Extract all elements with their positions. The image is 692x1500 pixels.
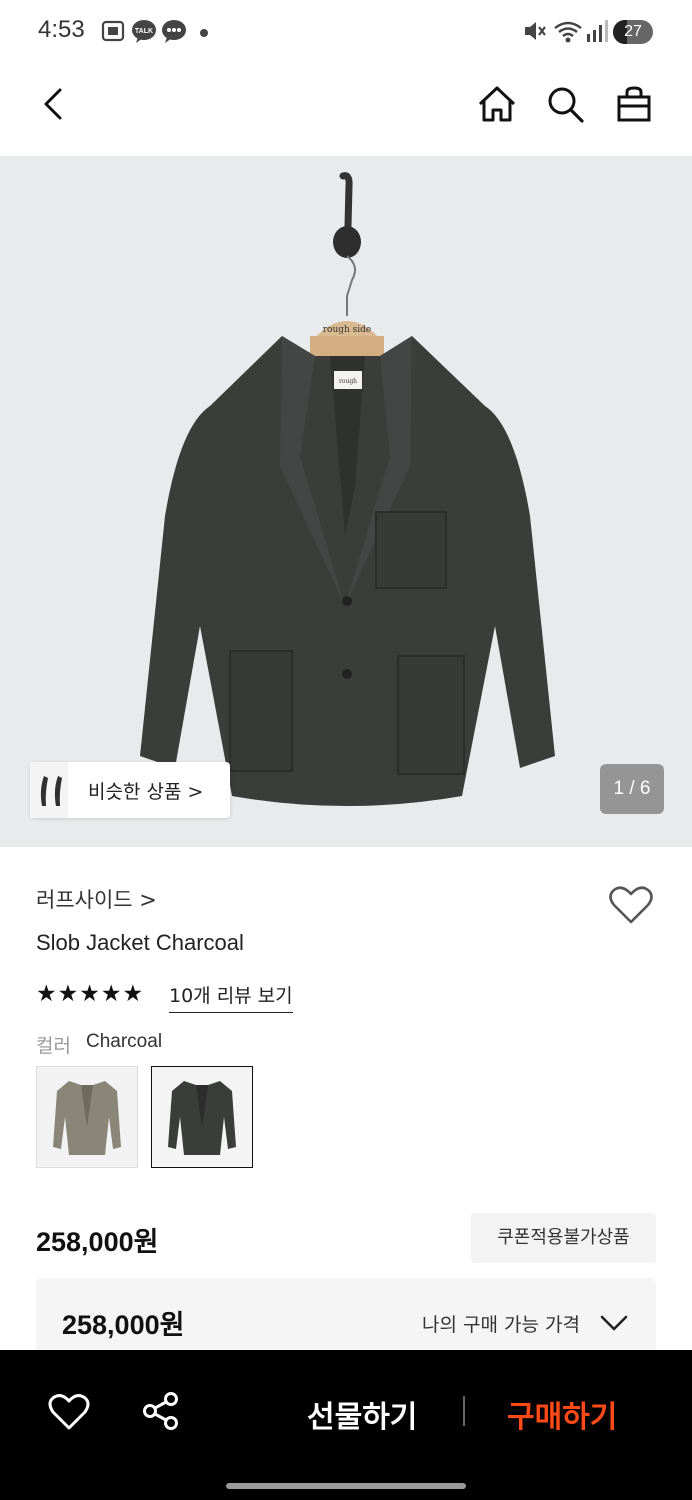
brand-link[interactable]: 러프사이드 > bbox=[36, 884, 157, 914]
product-price: 258,000원 bbox=[36, 1227, 159, 1257]
svg-text:TALK: TALK bbox=[135, 28, 153, 35]
color-swatch-charcoal[interactable] bbox=[151, 1066, 253, 1168]
svg-text:rough side: rough side bbox=[323, 325, 372, 335]
coupon-ineligible-badge: 쿠폰적용불가상품 bbox=[471, 1213, 656, 1263]
signal-icon bbox=[587, 20, 608, 42]
my-price-label[interactable]: 나의 구매 가능 가격 bbox=[422, 1310, 580, 1337]
product-name: Slob Jacket Charcoal bbox=[36, 930, 244, 955]
color-swatch-khaki[interactable] bbox=[36, 1066, 138, 1168]
home-icon[interactable] bbox=[476, 84, 518, 124]
color-value: Charcoal bbox=[86, 1031, 163, 1052]
status-time: 4:53 bbox=[38, 16, 85, 43]
top-navigation bbox=[0, 66, 692, 156]
bottom-divider bbox=[463, 1396, 465, 1426]
jacket-photo: rough side rough bbox=[0, 156, 692, 847]
similar-products-label: 비슷한 상품 > bbox=[88, 781, 204, 803]
battery-level: 27 bbox=[624, 23, 642, 40]
buy-button[interactable]: 구매하기 bbox=[507, 1392, 617, 1436]
mute-icon bbox=[525, 22, 546, 40]
charcoal-jacket-thumbnail bbox=[168, 1081, 236, 1155]
wifi-icon bbox=[554, 21, 582, 43]
product-image[interactable]: rough side rough bbox=[0, 156, 692, 847]
notification-dot-icon bbox=[200, 29, 208, 37]
battery-indicator: 27 bbox=[613, 20, 653, 44]
similar-thumbnail-icon bbox=[30, 762, 68, 818]
svg-text:rough: rough bbox=[339, 378, 357, 385]
chevron-down-icon[interactable] bbox=[600, 1313, 628, 1333]
shopping-bag-icon[interactable] bbox=[614, 84, 654, 124]
screenshot-icon bbox=[101, 20, 125, 42]
chat-icon bbox=[162, 20, 186, 43]
review-link[interactable]: 10개 리뷰 보기 bbox=[169, 981, 293, 1013]
wishlist-heart-icon[interactable] bbox=[609, 885, 653, 925]
status-bar: 4:53 TALK 27 bbox=[0, 0, 692, 66]
kakaotalk-icon: TALK bbox=[132, 20, 156, 43]
image-counter: 1 / 6 bbox=[600, 764, 664, 814]
share-icon[interactable] bbox=[141, 1391, 181, 1431]
gift-button[interactable]: 선물하기 bbox=[307, 1392, 417, 1436]
home-indicator[interactable] bbox=[226, 1483, 466, 1489]
bottom-wishlist-heart-icon[interactable] bbox=[48, 1393, 90, 1431]
my-price-value: 258,000원 bbox=[62, 1310, 185, 1340]
khaki-jacket-thumbnail bbox=[53, 1081, 121, 1155]
rating-stars: ★★★★★ bbox=[36, 981, 145, 1007]
back-icon[interactable] bbox=[38, 86, 72, 122]
search-icon[interactable] bbox=[545, 84, 585, 124]
similar-products-button[interactable]: 비슷한 상품 > bbox=[30, 762, 230, 818]
color-label: 컬러 bbox=[36, 1035, 71, 1057]
